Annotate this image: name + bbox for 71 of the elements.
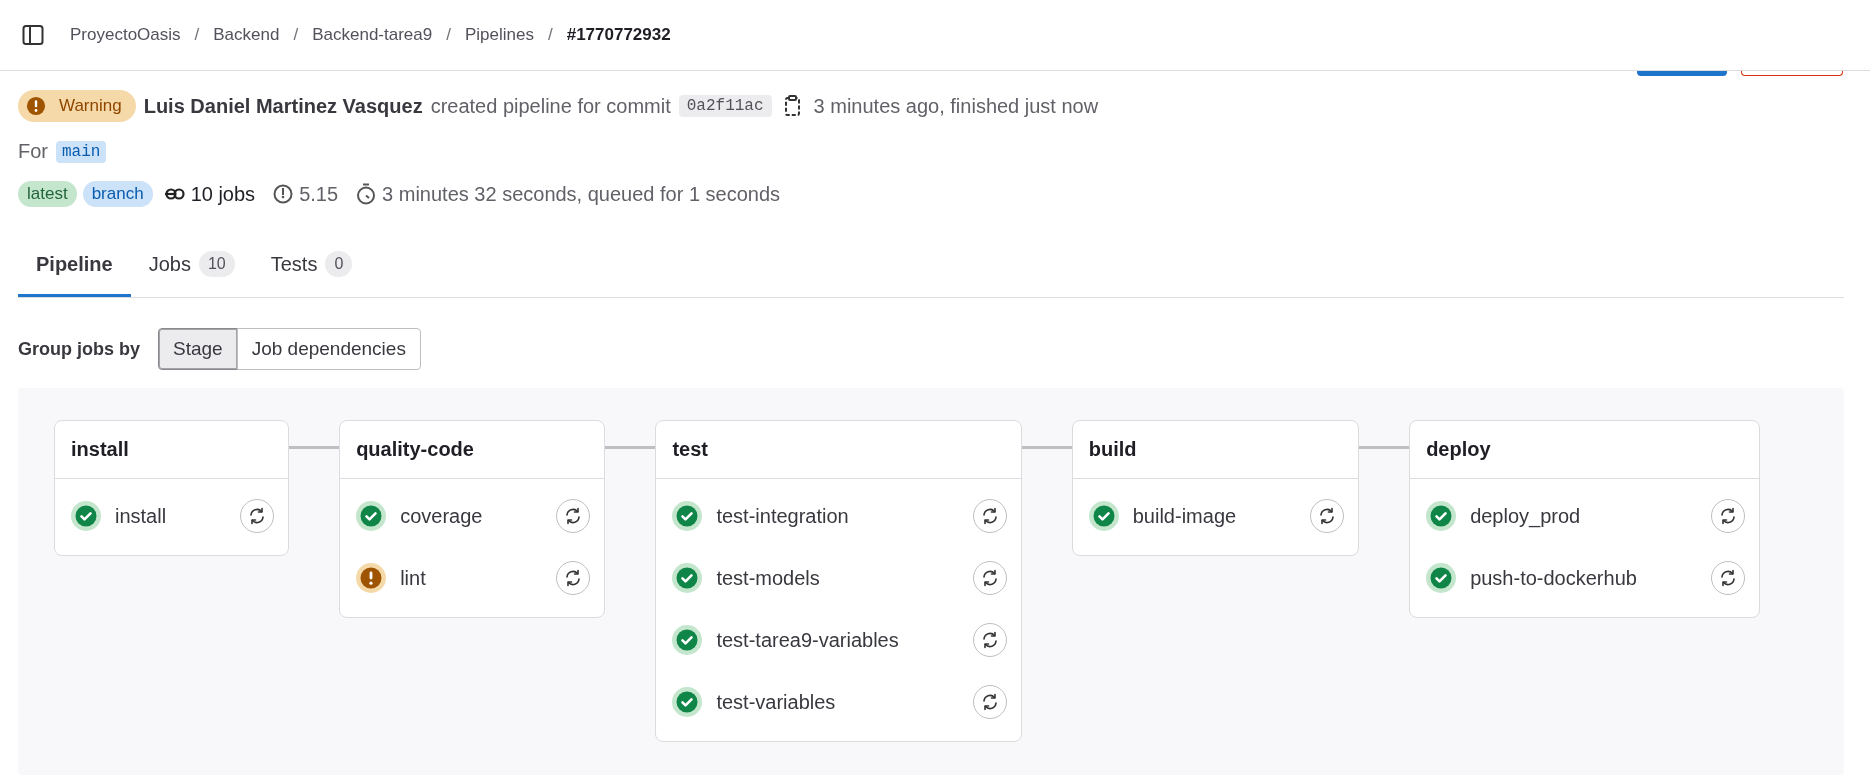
duration-text: 3 minutes 32 seconds, queued for 1 seconds: [382, 182, 781, 206]
author-name: Luis Daniel Martinez Vasquez: [143, 94, 423, 118]
job-name[interactable]: build-image: [1132, 504, 1237, 528]
job-name[interactable]: test-variables: [716, 690, 836, 714]
breadcrumb-link[interactable]: Pipelines: [464, 25, 534, 45]
tab-count: 10: [198, 251, 235, 277]
job-name[interactable]: coverage: [400, 504, 483, 528]
breadcrumb-separator: /: [446, 25, 451, 45]
retry-icon: [980, 569, 999, 587]
retry-button[interactable]: [240, 499, 275, 533]
commit-sha[interactable]: 0a2f11ac: [678, 95, 772, 117]
group-by-label: Group jobs by: [18, 338, 140, 360]
stage-title: test: [656, 421, 1021, 479]
retry-button[interactable]: [1710, 499, 1745, 533]
stage-connector: [605, 446, 656, 449]
retry-icon: [1718, 507, 1737, 525]
retry-button[interactable]: [972, 499, 1007, 533]
retry-button[interactable]: [972, 685, 1007, 719]
pipeline-time-text: 3 minutes ago, finished just now: [813, 94, 1099, 118]
stage-title: build: [1072, 421, 1359, 479]
retry-icon: [248, 507, 267, 525]
stage-title: deploy: [1410, 421, 1759, 479]
pipeline-icon: [164, 187, 185, 201]
retry-icon: [1318, 507, 1337, 525]
job-name[interactable]: test-tarea9-variables: [716, 628, 899, 652]
danger-button[interactable]: [1741, 71, 1843, 76]
stage-title: install: [55, 421, 289, 479]
job-name[interactable]: test-integration: [716, 504, 849, 528]
timer-icon: [356, 183, 377, 205]
retry-button[interactable]: [556, 561, 591, 595]
job-name[interactable]: deploy_prod: [1470, 504, 1581, 528]
breadcrumb-separator: /: [547, 25, 553, 45]
version-text: 5.15: [299, 182, 339, 206]
breadcrumb-separator: /: [293, 25, 299, 45]
job-name[interactable]: lint: [400, 566, 426, 590]
breadcrumb-separator: /: [194, 25, 200, 45]
retry-button[interactable]: [972, 561, 1007, 595]
stage-connector: [1021, 446, 1072, 449]
retry-button[interactable]: [972, 623, 1007, 657]
pipeline-badge: latest: [18, 181, 77, 207]
retry-button[interactable]: [1710, 561, 1745, 595]
job-name[interactable]: test-models: [716, 566, 820, 590]
stage-connector: [1359, 446, 1410, 449]
job-name[interactable]: install: [115, 504, 167, 528]
retry-icon: [564, 507, 583, 525]
pipeline-badge: branch: [82, 181, 153, 207]
pipeline-action-text: created pipeline for commit: [430, 94, 671, 118]
breadcrumb-link[interactable]: ProyectoOasis: [70, 25, 181, 45]
group-by-option[interactable]: Job dependencies: [236, 328, 421, 370]
retry-icon: [980, 693, 999, 711]
retry-button[interactable]: [556, 499, 591, 533]
tab[interactable]: Jobs 10: [130, 229, 253, 297]
tab[interactable]: Tests 0: [252, 229, 371, 297]
retry-icon: [980, 507, 999, 525]
group-by-option[interactable]: Stage: [158, 328, 238, 370]
stage-title: quality-code: [340, 421, 605, 479]
ref-label: For: [18, 140, 48, 163]
retry-icon: [564, 569, 583, 587]
breadcrumb-link[interactable]: #1770772932: [566, 25, 671, 45]
branch-name[interactable]: main: [56, 140, 107, 163]
job-name[interactable]: push-to-dockerhub: [1470, 566, 1637, 590]
breadcrumb-link[interactable]: Backend: [213, 25, 280, 45]
status-badge: Warning: [18, 90, 136, 122]
retry-button[interactable]: [1310, 499, 1345, 533]
retry-icon: [980, 631, 999, 649]
retry-icon: [1718, 569, 1737, 587]
stage-connector: [289, 446, 340, 449]
tab[interactable]: Pipeline: [18, 229, 131, 297]
job-count: 10 jobs: [190, 182, 256, 206]
breadcrumb-link[interactable]: Backend-tarea9: [312, 25, 433, 45]
tab-count: 0: [325, 251, 353, 277]
